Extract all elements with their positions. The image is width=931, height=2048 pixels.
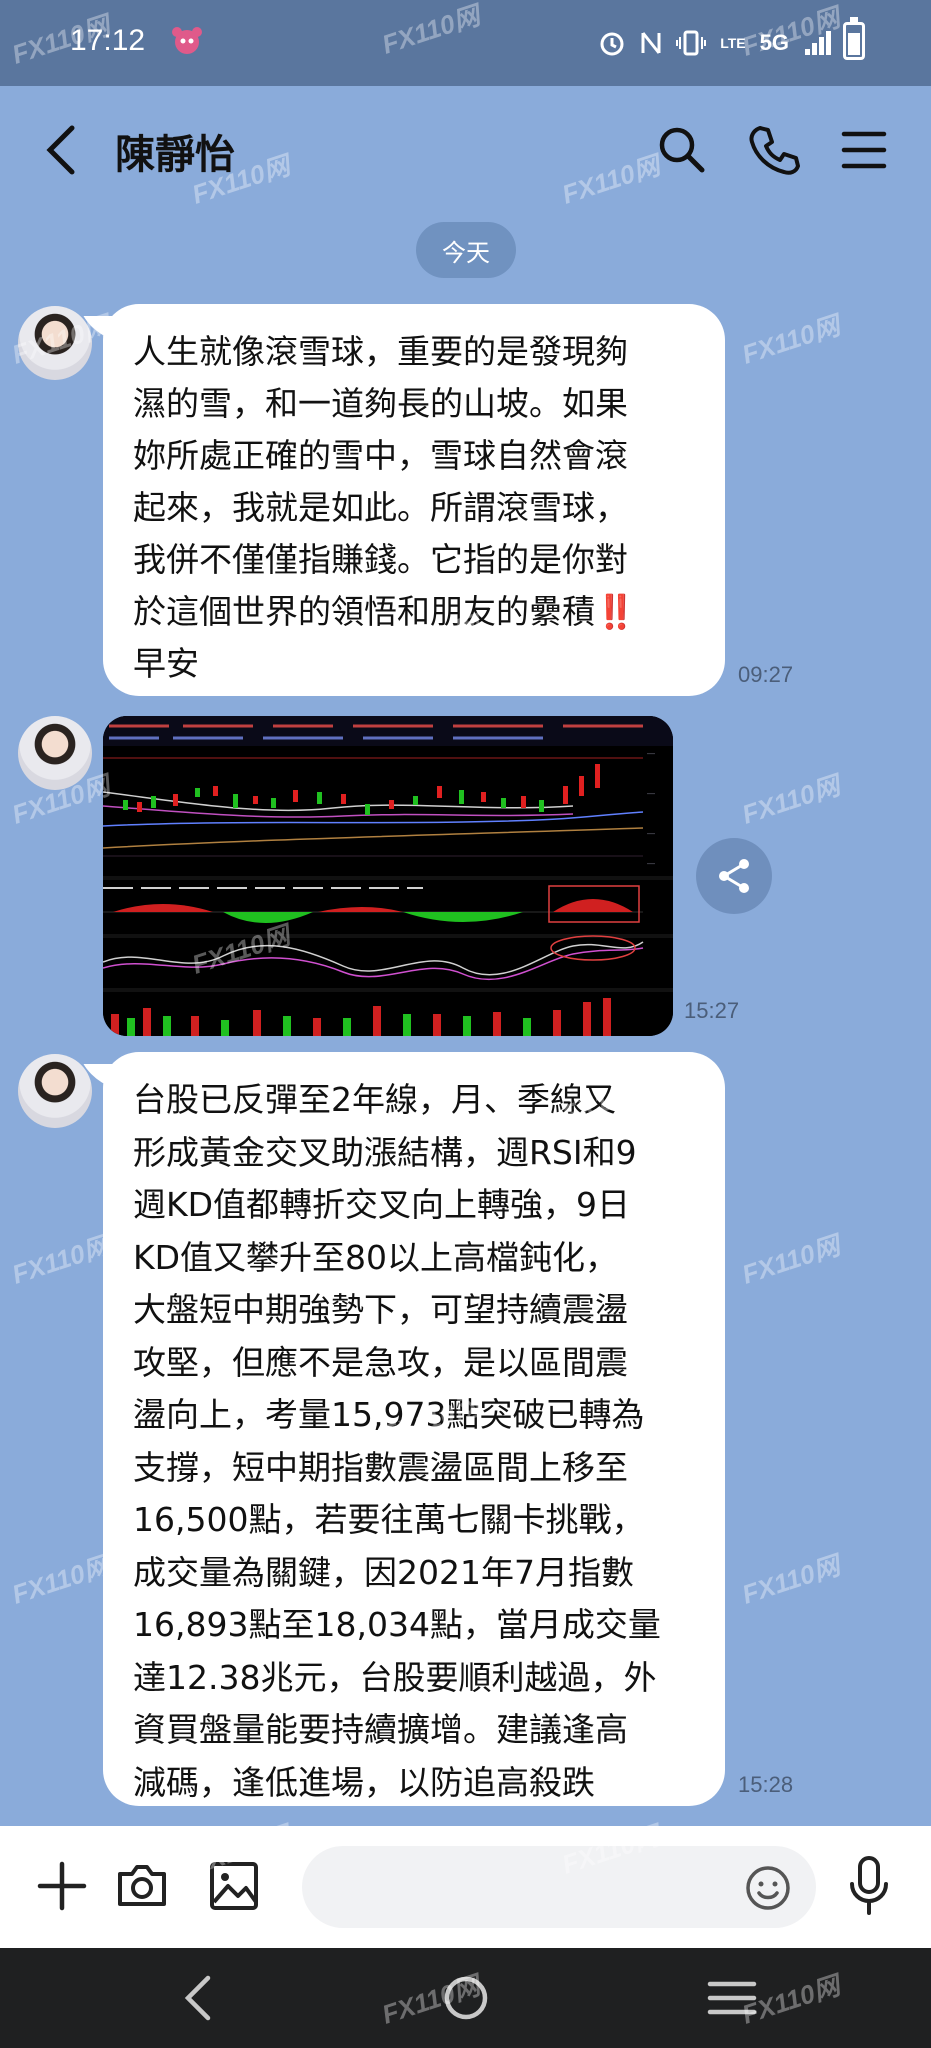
svg-text:—: — xyxy=(647,749,655,758)
message-bubble[interactable]: 台股已反彈至2年線，月、季線又 形成黃金交叉助漲結構，週RSI和9 週KD值都轉… xyxy=(103,1052,725,1806)
watermark: FX110网 xyxy=(738,770,844,830)
message-input[interactable] xyxy=(302,1846,816,1928)
date-divider: 今天 xyxy=(416,222,516,278)
network-label: 5G xyxy=(759,30,789,55)
stock-chart-image[interactable]: — — — — xyxy=(103,716,673,1036)
back-icon[interactable] xyxy=(42,124,82,176)
mic-icon[interactable] xyxy=(844,1854,894,1918)
avatar[interactable] xyxy=(18,1054,92,1128)
nav-back-icon[interactable] xyxy=(170,1972,230,2024)
message-bubble[interactable]: 人生就像滾雪球，重要的是發現夠 濕的雪，和一道夠長的山坡。如果 妳所處正確的雪中… xyxy=(103,304,725,696)
watermark: FX110网 xyxy=(738,1550,844,1610)
svg-text:—: — xyxy=(647,859,655,868)
svg-text:—: — xyxy=(647,829,655,838)
menu-icon[interactable] xyxy=(838,124,890,176)
search-icon[interactable] xyxy=(656,124,708,176)
watermark: FX110网 xyxy=(8,1550,114,1610)
chat-title: 陳靜怡 xyxy=(115,132,235,178)
nav-home-icon[interactable] xyxy=(436,1972,496,2024)
alarm-icon xyxy=(600,32,624,56)
avatar[interactable] xyxy=(18,716,92,790)
message-timestamp: 15:27 xyxy=(684,998,740,1023)
phone-icon[interactable] xyxy=(748,124,800,176)
share-button[interactable] xyxy=(696,838,772,914)
lte-label: LTE xyxy=(720,35,746,51)
battery-icon xyxy=(843,17,865,60)
avatar[interactable] xyxy=(18,306,92,380)
nav-recents-icon[interactable] xyxy=(702,1972,762,2024)
vibrate-icon xyxy=(676,30,707,56)
nfc-icon xyxy=(641,32,661,54)
chat-header: 陳靜怡 xyxy=(0,86,931,214)
watermark: FX110网 xyxy=(738,310,844,370)
status-time: 17:12 xyxy=(70,24,146,57)
message-timestamp: 09:27 xyxy=(738,662,794,687)
stock-chart-graphic: — — — — xyxy=(103,716,673,1036)
watermark: FX110网 xyxy=(8,1230,114,1290)
status-icons: LTE 5G xyxy=(598,26,833,60)
app-notification-icon xyxy=(172,27,202,54)
image-icon[interactable] xyxy=(204,1856,264,1916)
message-timestamp: 15:28 xyxy=(738,1772,794,1797)
message-input-bar xyxy=(0,1826,931,1948)
signal-icon xyxy=(805,31,831,55)
emoji-icon[interactable] xyxy=(744,1864,792,1912)
camera-icon[interactable] xyxy=(112,1856,172,1916)
system-nav-bar xyxy=(0,1948,931,2048)
share-icon xyxy=(719,859,749,893)
plus-icon[interactable] xyxy=(32,1856,92,1916)
status-bar: 17:12 LTE 5G xyxy=(0,0,931,86)
watermark: FX110网 xyxy=(738,1230,844,1290)
svg-text:—: — xyxy=(647,789,655,798)
